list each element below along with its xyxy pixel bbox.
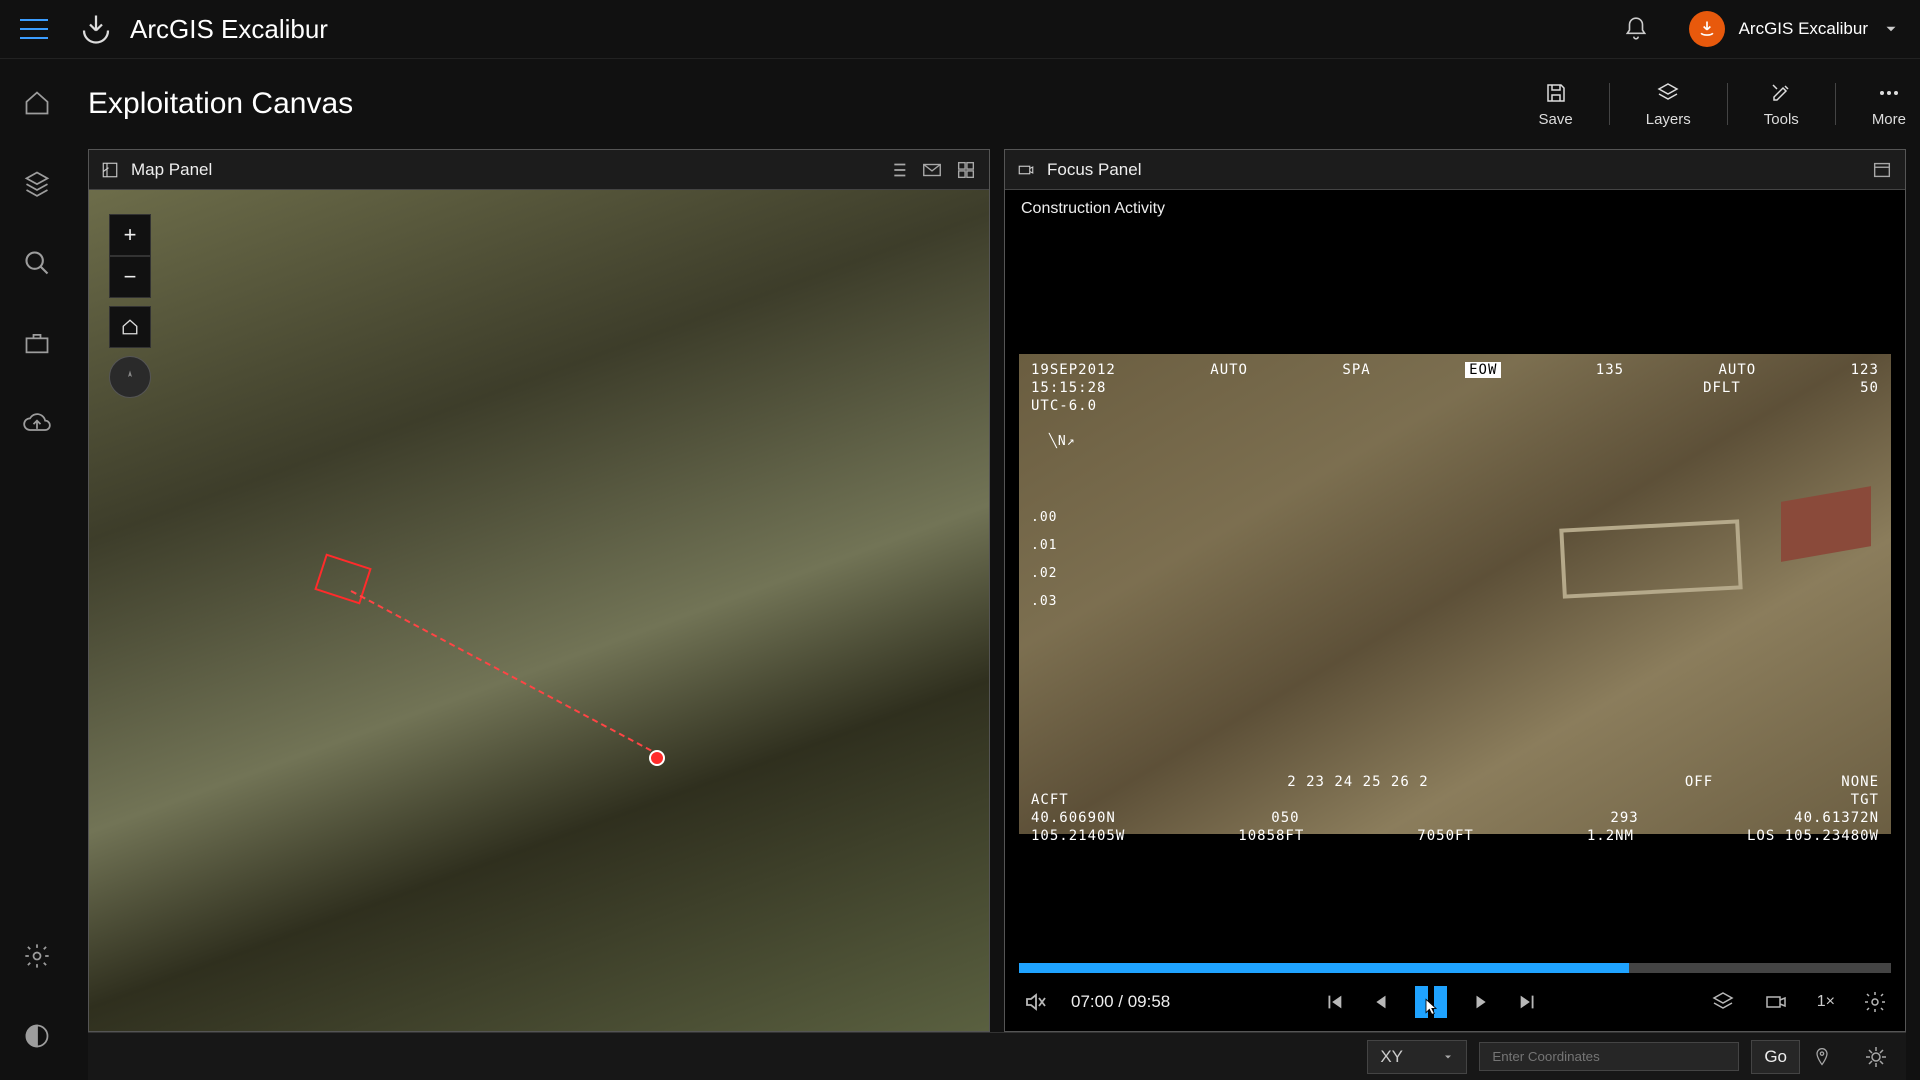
left-rail <box>0 59 74 1080</box>
compass-needle-icon <box>122 369 138 385</box>
envelope-icon[interactable] <box>921 159 943 181</box>
camera-icon <box>1017 161 1035 179</box>
video-camera-icon[interactable] <box>1763 990 1789 1014</box>
notifications-icon[interactable] <box>1623 16 1649 42</box>
focus-panel: Focus Panel Construction Activity 19SEP2… <box>1004 149 1906 1032</box>
skip-start-icon[interactable] <box>1323 991 1345 1013</box>
cloud-upload-icon[interactable] <box>23 409 51 437</box>
compass-button[interactable] <box>109 356 151 398</box>
tools-button[interactable]: Tools <box>1764 81 1799 128</box>
zoom-in-button[interactable]: + <box>109 214 151 256</box>
map-panel: Map Panel + − <box>88 149 990 1032</box>
search-icon[interactable] <box>23 249 51 277</box>
chevron-down-icon[interactable] <box>1882 20 1900 38</box>
focus-subtitle: Construction Activity <box>1005 190 1905 224</box>
layers-button[interactable]: Layers <box>1646 81 1691 128</box>
save-button[interactable]: Save <box>1539 81 1573 128</box>
home-icon[interactable] <box>23 89 51 117</box>
zoom-out-button[interactable]: − <box>109 256 151 298</box>
pause-button[interactable] <box>1415 986 1447 1018</box>
hud-row: 19SEP2012AUTOSPAEOW135AUTO123 <box>1031 362 1879 378</box>
video-settings-icon[interactable] <box>1863 990 1887 1014</box>
locate-icon[interactable] <box>1864 1045 1888 1069</box>
app-title: ArcGIS Excalibur <box>130 14 328 45</box>
focus-panel-title: Focus Panel <box>1047 160 1142 180</box>
mute-icon[interactable] <box>1023 990 1047 1014</box>
gear-icon[interactable] <box>23 942 51 970</box>
coord-format-select[interactable]: XY <box>1367 1040 1467 1074</box>
contrast-icon[interactable] <box>23 1022 51 1050</box>
user-avatar[interactable] <box>1689 11 1725 47</box>
skip-end-icon[interactable] <box>1517 991 1539 1013</box>
video-controls: 07:00 / 09:58 <box>1005 973 1905 1031</box>
coordinates-input[interactable] <box>1479 1042 1739 1071</box>
menu-button[interactable] <box>20 19 48 39</box>
grid-icon[interactable] <box>955 159 977 181</box>
step-back-icon[interactable] <box>1369 991 1391 1013</box>
video-foundation <box>1559 519 1742 598</box>
layers-icon <box>1656 81 1680 105</box>
list-icon[interactable] <box>887 159 909 181</box>
video-frame[interactable]: 19SEP2012AUTOSPAEOW135AUTO123 15:15:28DF… <box>1019 354 1891 834</box>
pin-icon[interactable] <box>1812 1045 1832 1069</box>
layers-icon[interactable] <box>23 169 51 197</box>
video-structure <box>1781 486 1871 562</box>
app-logo-icon <box>78 11 114 47</box>
home-icon <box>121 318 139 336</box>
ellipsis-icon <box>1877 81 1901 105</box>
user-name[interactable]: ArcGIS Excalibur <box>1739 19 1868 39</box>
app-bar: ArcGIS Excalibur ArcGIS Excalibur <box>0 0 1920 59</box>
video-time: 07:00 / 09:58 <box>1071 992 1170 1012</box>
briefcase-icon[interactable] <box>23 329 51 357</box>
tools-icon <box>1769 81 1793 105</box>
download-icon <box>1697 19 1717 39</box>
map-sensor-point <box>649 750 665 766</box>
status-bar: XY Go <box>88 1032 1906 1080</box>
video-progress[interactable] <box>1019 963 1891 973</box>
window-icon[interactable] <box>1871 159 1893 181</box>
playback-speed[interactable]: 1× <box>1817 993 1835 1011</box>
go-button[interactable]: Go <box>1751 1040 1800 1074</box>
map-panel-icon <box>101 161 119 179</box>
page-title: Exploitation Canvas <box>88 87 353 121</box>
map-panel-title: Map Panel <box>131 160 212 180</box>
video-layers-icon[interactable] <box>1711 990 1735 1014</box>
save-icon <box>1544 81 1568 105</box>
step-forward-icon[interactable] <box>1471 991 1493 1013</box>
home-extent-button[interactable] <box>109 306 151 348</box>
chevron-down-icon <box>1442 1051 1454 1063</box>
page-header: Exploitation Canvas Save Layers Tools <box>88 59 1906 149</box>
map-track-line <box>351 590 652 751</box>
more-button[interactable]: More <box>1872 81 1906 128</box>
map-canvas[interactable]: + − <box>89 190 989 1031</box>
